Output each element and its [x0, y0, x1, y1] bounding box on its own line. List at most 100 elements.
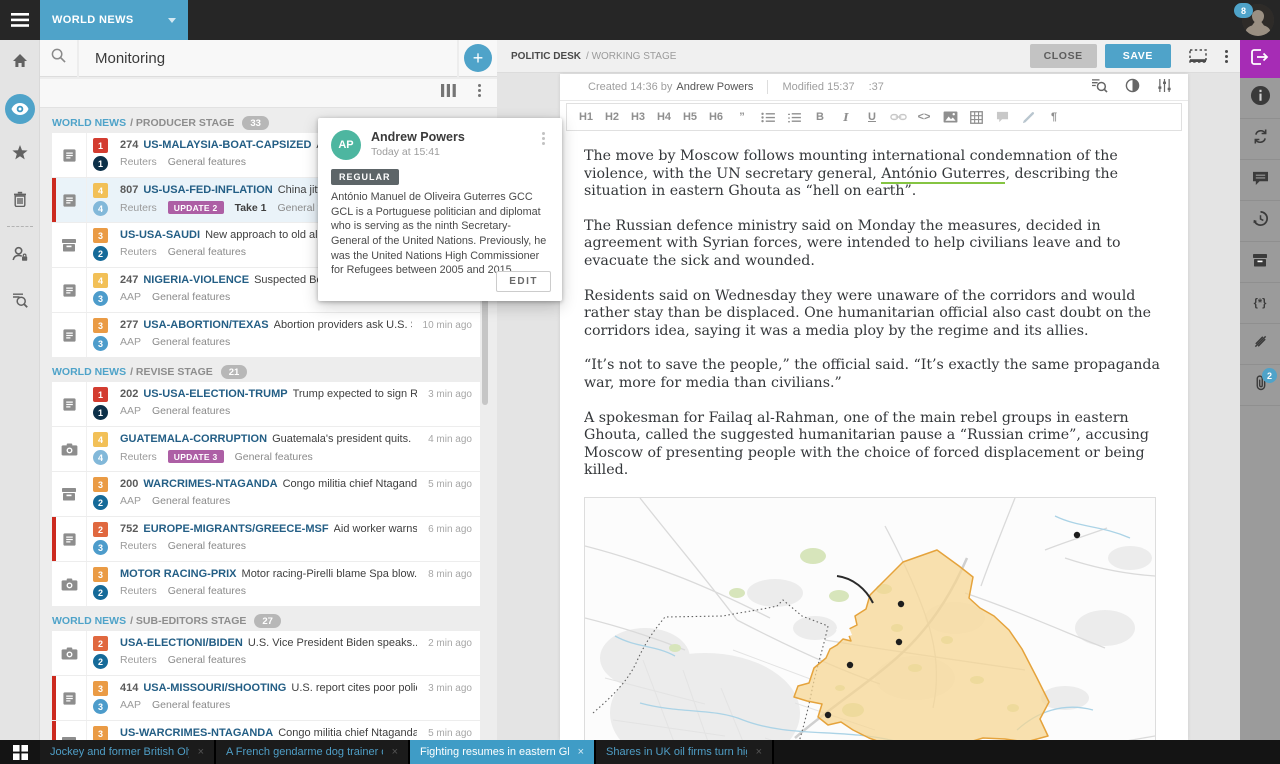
preferences-sliders-icon[interactable]	[1157, 79, 1172, 95]
created-label: Created 14:36 by	[588, 81, 672, 93]
monitoring-item[interactable]: 32200WARCRIMES-NTAGANDACongo militia chi…	[52, 472, 480, 516]
info-panel-button[interactable]	[1240, 78, 1280, 119]
more-actions-icon[interactable]	[478, 84, 481, 102]
close-icon[interactable]: ×	[189, 746, 204, 758]
sidebar-item-saved-searches[interactable]	[0, 279, 40, 325]
item-provider: Reuters	[120, 202, 157, 214]
monitoring-item[interactable]: 32US-WARCRIMES-NTAGANDACongo militia chi…	[52, 721, 480, 740]
urgency-badge: 2	[93, 585, 108, 600]
workspace-grid-icon[interactable]	[0, 740, 40, 764]
create-item-button[interactable]: +	[464, 44, 492, 72]
item-category: General features	[152, 291, 230, 303]
item-provider: Reuters	[120, 451, 157, 463]
hamburger-menu-icon[interactable]	[0, 0, 40, 40]
annotate-button[interactable]	[1017, 109, 1040, 126]
item-headline: Motor racing-Pirelli blame Spa blow...	[242, 568, 418, 580]
item-category: General features	[168, 540, 246, 552]
article-body[interactable]: The move by Moscow follows mounting inte…	[584, 148, 1166, 740]
monitoring-item[interactable]: 32MOTOR RACING-PRIXMotor racing-Pirelli …	[52, 562, 480, 606]
monitoring-item[interactable]: 23752EUROPE-MIGRANTS/GREECE-MSFAid worke…	[52, 517, 480, 561]
article-paragraph: The Russian defence ministry said on Mon…	[584, 218, 1166, 271]
sidebar-item-dashboard[interactable]	[0, 40, 40, 86]
h5-button[interactable]: H5	[679, 109, 702, 125]
annotated-text[interactable]: António Guterres	[881, 166, 1005, 184]
macros-panel-button[interactable]: {*}	[1240, 283, 1280, 324]
monitoring-item[interactable]: 33277USA-ABORTION/TEXASAbortion provider…	[52, 313, 480, 357]
h2-button[interactable]: H2	[601, 109, 624, 125]
opened-article-tab[interactable]: Shares in UK oil firms turn higher×	[596, 740, 774, 764]
suggestions-icon	[1253, 334, 1268, 354]
column-view-icon[interactable]	[441, 84, 456, 102]
attachments-panel-button[interactable]: 2	[1240, 365, 1280, 406]
italic-button[interactable]: I	[835, 109, 858, 126]
item-queue-number: 274	[120, 139, 138, 151]
item-slugline: US-WARCRIMES-NTAGANDA	[120, 727, 273, 739]
h1-button[interactable]: H1	[575, 109, 598, 125]
close-icon[interactable]: ×	[383, 746, 398, 758]
text-item-icon	[52, 382, 87, 426]
item-queue-number: 200	[120, 478, 138, 490]
table-button[interactable]	[965, 109, 988, 126]
sidebar-item-spike[interactable]	[0, 178, 40, 224]
desk-link[interactable]: WORLD NEWS	[52, 117, 126, 129]
item-category: General features	[152, 336, 230, 348]
close-icon[interactable]: ×	[569, 746, 584, 758]
item-provider: AAP	[120, 336, 141, 348]
stage-count-badge: 27	[254, 614, 281, 628]
versions-icon	[1252, 129, 1269, 149]
composite-item-icon	[52, 721, 87, 740]
monitoring-item[interactable]: 22USA-ELECTIONI/BIDENU.S. Vice President…	[52, 631, 480, 675]
packages-panel-button[interactable]	[1240, 242, 1280, 283]
link-button[interactable]	[887, 110, 910, 124]
history-panel-button[interactable]	[1240, 201, 1280, 242]
unordered-list-button[interactable]	[757, 110, 780, 125]
suggestions-panel-button[interactable]	[1240, 324, 1280, 365]
item-provider: AAP	[120, 495, 141, 507]
opened-article-tab[interactable]: Jockey and former British Olympic..×	[40, 740, 216, 764]
item-category: General features	[152, 495, 230, 507]
h3-button[interactable]: H3	[627, 109, 650, 125]
monitoring-item[interactable]: 33414USA-MISSOURI/SHOOTINGU.S. report ci…	[52, 676, 480, 720]
monitoring-item[interactable]: 11202US-USA-ELECTION-TRUMPTrump expected…	[52, 382, 480, 426]
image-button[interactable]	[939, 109, 962, 125]
bold-button[interactable]: B	[809, 109, 832, 125]
desk-link[interactable]: WORLD NEWS	[52, 615, 126, 627]
comments-panel-button[interactable]	[1240, 160, 1280, 201]
underline-button[interactable]: U	[861, 109, 884, 125]
search-button[interactable]	[40, 40, 77, 77]
more-actions-icon[interactable]	[1225, 50, 1228, 63]
sidebar-item-monitoring[interactable]	[0, 86, 40, 132]
find-replace-icon[interactable]	[1091, 78, 1108, 96]
desk-link[interactable]: WORLD NEWS	[52, 366, 126, 378]
item-headline: U.S. Vice President Biden speaks...	[248, 637, 417, 649]
item-slugline: US-USA-SAUDI	[120, 229, 200, 241]
send-publish-button[interactable]	[1240, 40, 1280, 78]
opened-article-tab[interactable]: Fighting resumes in eastern Ghouta...×	[410, 740, 596, 764]
code-button[interactable]: <>	[913, 109, 936, 125]
user-menu[interactable]: 8	[1242, 4, 1274, 36]
star-icon	[12, 145, 28, 165]
h4-button[interactable]: H4	[653, 109, 676, 125]
workspace-selector[interactable]: WORLD NEWS	[40, 0, 188, 40]
edit-button[interactable]: EDIT	[496, 271, 551, 292]
minimize-icon[interactable]	[1189, 49, 1207, 63]
versions-panel-button[interactable]	[1240, 119, 1280, 160]
save-button[interactable]: SAVE	[1105, 44, 1171, 68]
item-queue-number: 277	[120, 319, 138, 331]
close-icon[interactable]: ×	[747, 746, 762, 758]
monitoring-item[interactable]: 44GUATEMALA-CORRUPTIONGuatemala's presid…	[52, 427, 480, 471]
blockquote-button[interactable]: ”	[731, 109, 754, 125]
home-icon	[12, 53, 28, 73]
opened-article-tab[interactable]: A French gendarme dog trainer of PSIG×	[216, 740, 410, 764]
comment-button[interactable]	[991, 109, 1014, 125]
h6-button[interactable]: H6	[705, 109, 728, 125]
marked-for-desk-bar	[52, 676, 56, 720]
sidebar-item-highlights[interactable]	[0, 132, 40, 178]
text-item-icon	[52, 517, 87, 561]
paragraph-button[interactable]: ¶	[1043, 109, 1066, 125]
sidebar-item-personal[interactable]	[0, 233, 40, 279]
close-button[interactable]: CLOSE	[1030, 44, 1097, 68]
ordered-list-button[interactable]	[783, 110, 806, 125]
theme-contrast-icon[interactable]	[1125, 78, 1140, 96]
more-actions-icon[interactable]	[538, 130, 549, 152]
